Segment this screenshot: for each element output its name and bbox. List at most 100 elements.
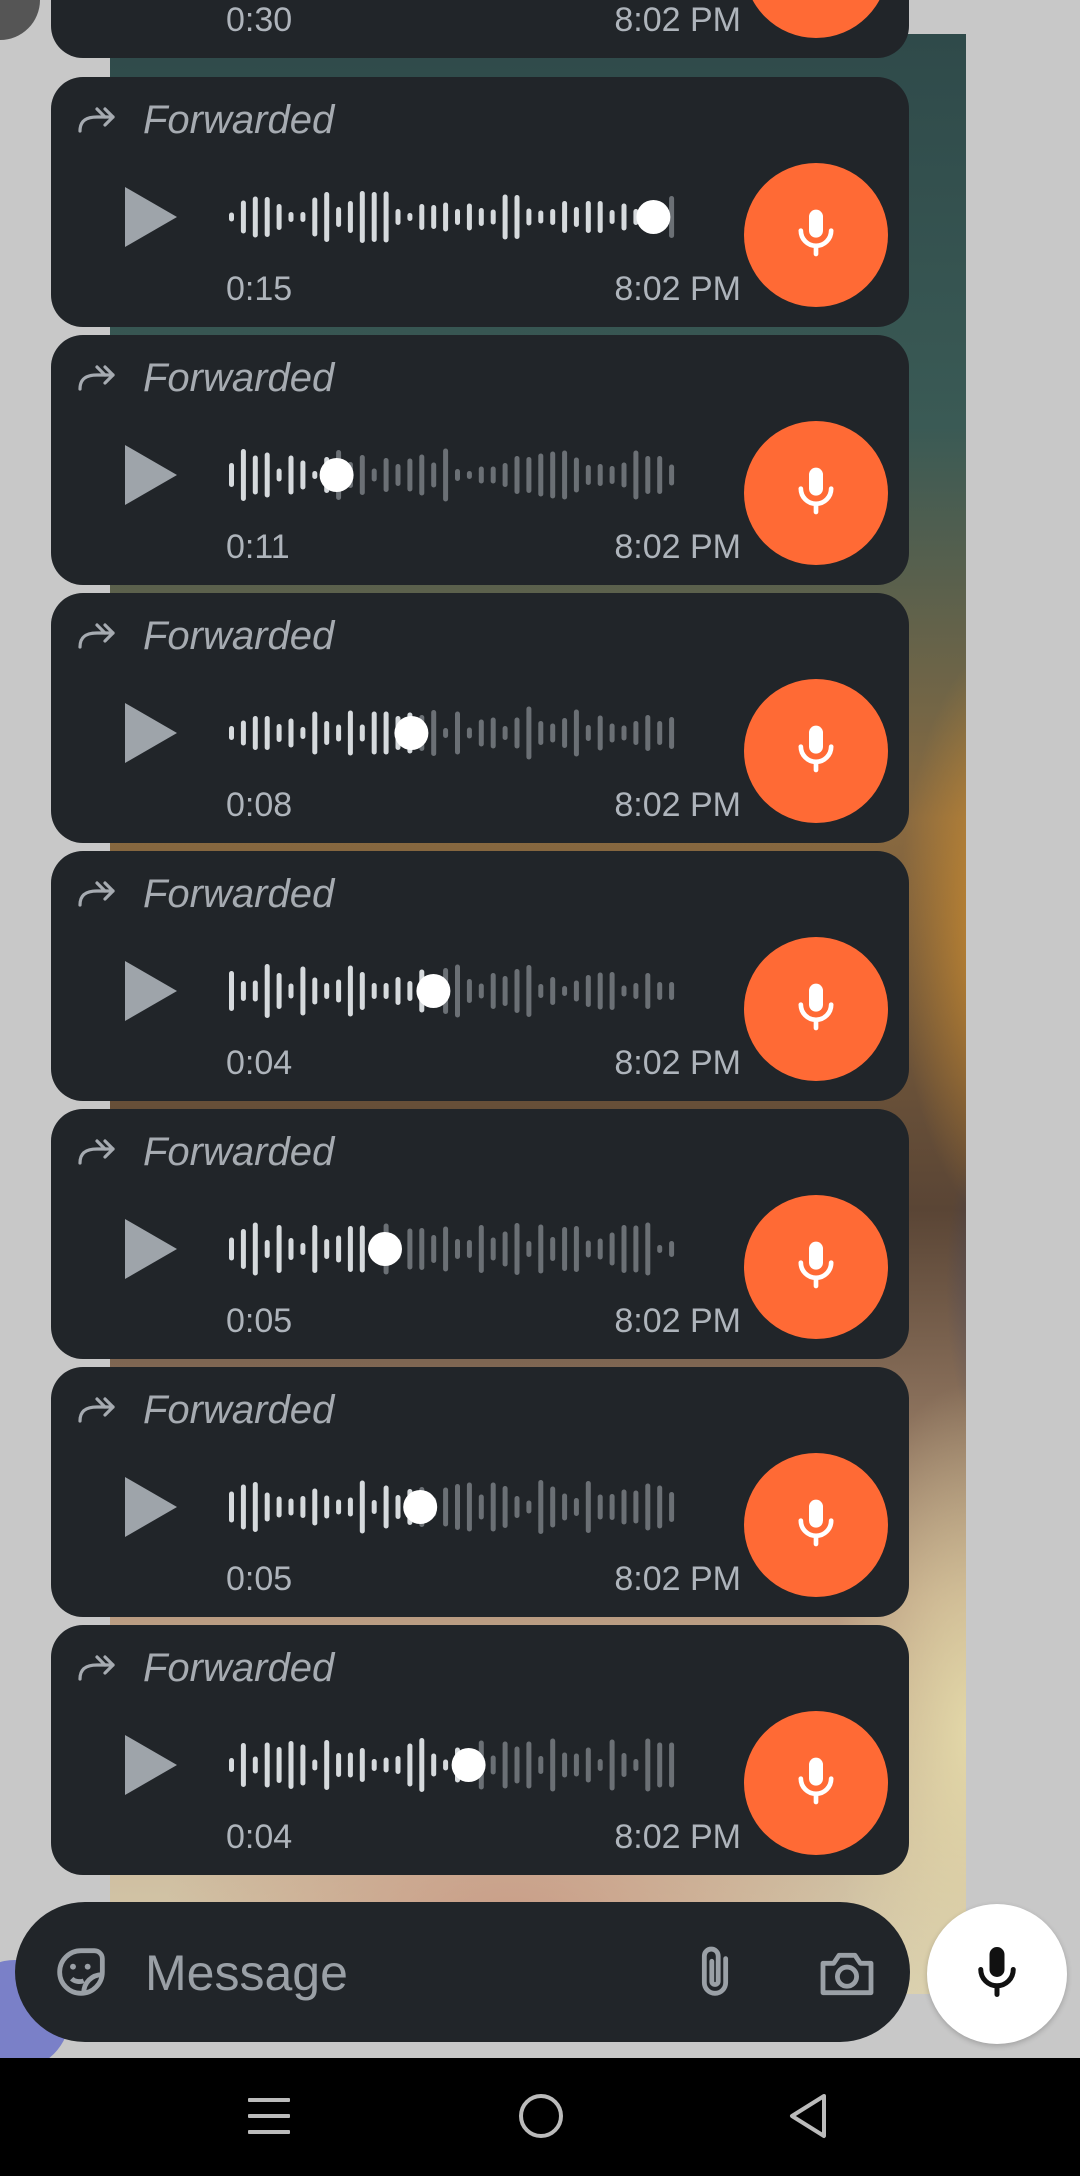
waveform-bar: [562, 986, 568, 996]
waveform-bar: [526, 208, 532, 226]
waveform-bar: [609, 210, 615, 224]
voice-duration: 0:04: [226, 1818, 293, 1856]
waveform-bar: [514, 1496, 520, 1518]
voice-duration: 0:05: [226, 1302, 293, 1340]
waveform-scrubber[interactable]: [225, 435, 685, 515]
waveform-bar: [312, 1225, 318, 1273]
waveform-bar: [455, 1239, 460, 1259]
play-button[interactable]: [113, 1213, 185, 1285]
voice-note-badge[interactable]: [744, 679, 888, 823]
waveform-scrubber[interactable]: [225, 693, 685, 773]
waveform-bar: [347, 1497, 353, 1517]
voice-note-badge[interactable]: [744, 0, 888, 38]
scrubber-handle: [451, 1748, 486, 1782]
waveform-bar: [324, 1239, 330, 1259]
waveform-bar: [597, 1759, 603, 1771]
waveform-bar: [633, 1225, 639, 1273]
waveform-scrubber[interactable]: [225, 1467, 685, 1547]
waveform-bar: [252, 1756, 258, 1774]
waveform-bar: [455, 964, 460, 1018]
waveform-bar: [359, 1225, 365, 1273]
waveform-bar: [657, 982, 663, 1000]
waveform-bar: [538, 1224, 544, 1274]
waveform-scrubber[interactable]: [225, 1209, 685, 1289]
voice-note-badge[interactable]: [744, 937, 888, 1081]
waveform-bar: [526, 1241, 532, 1257]
scrubber-handle: [368, 1232, 402, 1266]
home-icon[interactable]: [516, 2086, 566, 2151]
voice-message-bubble[interactable]: Forwarded 0:04 8:02 PM: [51, 851, 909, 1101]
recents-icon[interactable]: [246, 2086, 292, 2151]
waveform-scrubber[interactable]: [225, 177, 685, 257]
waveform-bar: [252, 1482, 258, 1532]
play-button[interactable]: [113, 181, 185, 253]
sticker-icon[interactable]: [49, 1940, 113, 2009]
play-button[interactable]: [113, 955, 185, 1027]
waveform-bar: [324, 721, 330, 745]
waveform-bar: [597, 715, 603, 751]
back-icon[interactable]: [786, 2086, 830, 2151]
paperclip-icon[interactable]: [683, 1940, 747, 2009]
waveform-bar: [371, 983, 377, 999]
waveform-bar: [621, 1225, 627, 1273]
voice-note-badge[interactable]: [744, 1453, 888, 1597]
waveform-bar: [466, 727, 472, 739]
waveform-bar: [276, 1225, 282, 1273]
waveform-bar: [538, 453, 544, 497]
forward-arrow-icon: [77, 363, 119, 393]
voice-message-bubble[interactable]: Forwarded 0:15 8:02 PM: [51, 77, 909, 327]
waveform-bar: [645, 1738, 651, 1792]
voice-message-bubble[interactable]: Forwarded 0:08 8:02 PM: [51, 593, 909, 843]
forward-arrow-icon: [77, 1395, 119, 1425]
waveform-bar: [562, 1493, 568, 1521]
waveform-bar: [276, 468, 282, 482]
waveform-bar: [407, 1228, 413, 1270]
waveform-bar: [312, 471, 318, 479]
waveform-bar: [324, 192, 330, 242]
waveform-bar: [264, 197, 270, 237]
avatar[interactable]: [0, 0, 40, 40]
voice-message-bubble[interactable]: 0:30 8:02 PM: [51, 0, 909, 58]
voice-note-badge[interactable]: [744, 421, 888, 565]
record-voice-button[interactable]: [927, 1904, 1067, 2044]
voice-message-bubble[interactable]: Forwarded 0:05 8:02 PM: [51, 1109, 909, 1359]
play-button[interactable]: [113, 439, 185, 511]
waveform-bar: [300, 1496, 306, 1518]
waveform-bar: [443, 1226, 449, 1272]
waveform-bar: [252, 455, 258, 495]
microphone-icon: [788, 1753, 844, 1814]
waveform-bar: [633, 983, 639, 999]
waveform-bar: [538, 984, 544, 998]
play-button[interactable]: [113, 1471, 185, 1543]
waveform-bar: [443, 1759, 449, 1771]
waveform-bar: [550, 1237, 556, 1261]
play-button[interactable]: [113, 697, 185, 769]
message-timestamp: 8:02 PM: [614, 528, 741, 566]
waveform-bar: [478, 208, 484, 226]
message-input[interactable]: [143, 1936, 647, 2010]
voice-message-bubble[interactable]: Forwarded 0:04 8:02 PM: [51, 1625, 909, 1875]
voice-note-badge[interactable]: [744, 1195, 888, 1339]
waveform-bar: [609, 972, 615, 1010]
play-button[interactable]: [113, 1729, 185, 1801]
voice-message-bubble[interactable]: Forwarded 0:05 8:02 PM: [51, 1367, 909, 1617]
microphone-icon: [788, 1495, 844, 1556]
waveform-bar: [443, 1487, 449, 1527]
waveform-bar: [597, 972, 603, 1010]
voice-message-bubble[interactable]: Forwarded 0:11 8:02 PM: [51, 335, 909, 585]
waveform-bar: [478, 1225, 484, 1273]
waveform-scrubber[interactable]: [225, 1725, 685, 1805]
waveform-bar: [371, 1759, 377, 1771]
waveform-scrubber[interactable]: [225, 951, 685, 1031]
waveform-bar: [573, 709, 579, 757]
waveform-bar: [550, 977, 556, 1005]
camera-icon[interactable]: [815, 1942, 879, 2011]
waveform-bar: [336, 207, 342, 227]
voice-note-badge[interactable]: [744, 1711, 888, 1855]
waveform-bar: [585, 1240, 591, 1258]
waveform-bar: [252, 196, 258, 238]
waveform-bar: [585, 1747, 591, 1783]
forwarded-header: Forwarded: [77, 611, 334, 661]
forward-arrow-icon: [77, 105, 119, 135]
voice-note-badge[interactable]: [744, 163, 888, 307]
